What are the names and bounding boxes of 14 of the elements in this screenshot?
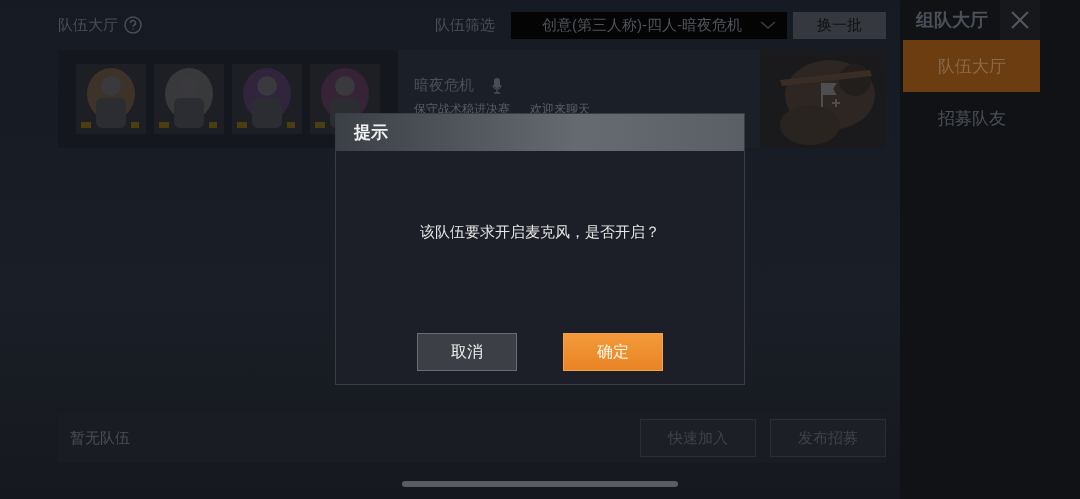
dialog-message: 该队伍要求开启麦克风，是否开启？ — [419, 221, 661, 242]
cancel-button[interactable]: 取消 — [417, 333, 517, 371]
close-icon — [1010, 10, 1030, 30]
confirm-button[interactable]: 确定 — [563, 333, 663, 371]
flag-plus-icon[interactable] — [820, 82, 842, 108]
dialog-title: 提示 — [354, 122, 388, 144]
microphone-icon — [492, 77, 502, 94]
sidebar-tab[interactable]: 队伍大厅 — [903, 40, 1040, 92]
filter-dropdown[interactable]: 创意(第三人称)-四人-暗夜危机 — [511, 11, 787, 39]
caret-icon — [760, 20, 776, 30]
sidebar-tab[interactable]: 招募队友 — [903, 92, 1040, 144]
close-button[interactable] — [1000, 0, 1040, 40]
help-icon[interactable] — [124, 16, 142, 34]
sidebar-title: 组队大厅 — [914, 9, 989, 32]
